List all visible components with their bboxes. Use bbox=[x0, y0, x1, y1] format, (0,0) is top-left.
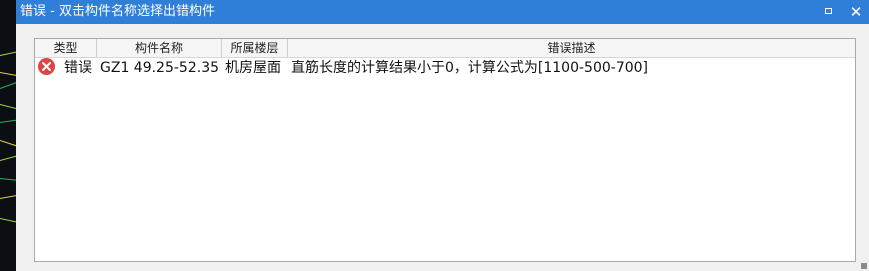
maximize-icon bbox=[825, 8, 832, 14]
list-header: 类型 构件名称 所属楼层 错误描述 bbox=[35, 39, 855, 58]
close-button[interactable]: ✕ bbox=[847, 4, 865, 20]
background-cad-view bbox=[0, 0, 16, 271]
column-header-description[interactable]: 错误描述 bbox=[288, 39, 855, 57]
row-floor: 机房屋面 bbox=[225, 60, 281, 76]
window-title: 错误 - 双击构件名称选择出错构件 bbox=[20, 4, 215, 19]
error-dialog: 错误 - 双击构件名称选择出错构件 ✕ 类型 构件名称 所属楼层 错误描述 错误… bbox=[16, 0, 869, 271]
column-header-type[interactable]: 类型 bbox=[35, 39, 97, 57]
error-circle-icon bbox=[38, 58, 55, 75]
row-description: 直筋长度的计算结果小于0，计算公式为[1100-500-700] bbox=[291, 60, 649, 76]
column-header-floor[interactable]: 所属楼层 bbox=[222, 39, 288, 57]
row-type: 错误 bbox=[64, 60, 92, 76]
column-header-component-name[interactable]: 构件名称 bbox=[97, 39, 222, 57]
row-component-name[interactable]: GZ1 49.25-52.35 bbox=[100, 58, 219, 78]
error-list[interactable]: 类型 构件名称 所属楼层 错误描述 错误 GZ1 49.25-52.35 机房屋… bbox=[34, 38, 856, 262]
resize-grip[interactable] bbox=[861, 263, 867, 269]
maximize-button[interactable] bbox=[820, 4, 838, 20]
close-icon: ✕ bbox=[849, 3, 863, 21]
title-bar[interactable]: 错误 - 双击构件名称选择出错构件 ✕ bbox=[16, 0, 869, 24]
error-row[interactable]: 错误 GZ1 49.25-52.35 机房屋面 直筋长度的计算结果小于0，计算公… bbox=[35, 58, 855, 78]
